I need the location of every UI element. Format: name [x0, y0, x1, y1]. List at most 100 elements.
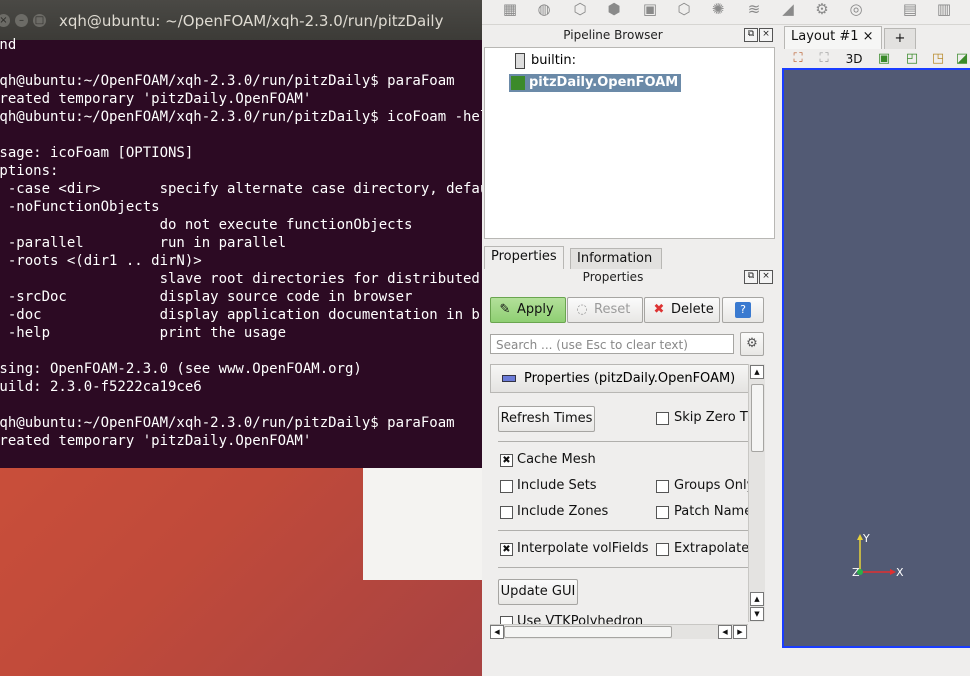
- terminal-line: slave root directories for distributed r…: [159, 271, 480, 287]
- scroll-left-icon[interactable]: ◀: [718, 625, 732, 639]
- scroll-up-icon[interactable]: ▲: [750, 592, 764, 606]
- include-sets-checkbox[interactable]: [500, 480, 513, 493]
- terminal-line: -srcDoc display source code in browser: [0, 289, 413, 305]
- layout-area: Layout #1 × + ⛶ ⛶ 3D ▣ ◰ ◳ ◪ Y X Z: [782, 26, 970, 676]
- calculator-icon[interactable]: ▦: [500, 0, 520, 18]
- y-axis-label: Y: [862, 532, 870, 545]
- properties-color-icon: [502, 375, 516, 382]
- group-datasets-icon[interactable]: ⚙: [812, 0, 832, 18]
- properties-section-header[interactable]: Properties (pitzDaily.OpenFOAM): [490, 364, 750, 393]
- vertical-scroll-thumb[interactable]: [751, 384, 764, 452]
- threshold-icon[interactable]: ▣: [640, 0, 660, 18]
- terminal-line: -roots <(dir1 .. dirN)>: [0, 253, 202, 269]
- select-points-icon[interactable]: ◰: [902, 50, 922, 68]
- include-zones-checkbox[interactable]: [500, 506, 513, 519]
- interpolate-volfields-label: Interpolate volFields: [517, 541, 649, 556]
- filters-toolbar: ▦ ◍ ⬡ ⬢ ▣ ⬡ ✺ ≋ ◢ ⚙ ◎ ▤ ▥: [482, 0, 970, 25]
- slice-icon[interactable]: ⬢: [604, 0, 624, 18]
- interactive-select-icon[interactable]: ◪: [952, 50, 970, 68]
- terminal-output[interactable]: End xqh@ubuntu:~/OpenFOAM/xqh-2.3.0/run/p…: [0, 36, 482, 450]
- extract-level-icon[interactable]: ◎: [846, 0, 866, 18]
- clip-icon[interactable]: ⬡: [570, 0, 590, 18]
- horizontal-scroll-thumb[interactable]: [504, 626, 672, 638]
- refresh-times-button[interactable]: Refresh Times: [498, 406, 595, 432]
- close-window-icon[interactable]: ×: [0, 14, 10, 27]
- close-panel-icon[interactable]: ×: [759, 28, 773, 42]
- minimize-window-icon[interactable]: –: [15, 14, 28, 27]
- search-input[interactable]: Search ... (use Esc to clear text): [490, 334, 734, 354]
- tab-properties[interactable]: Properties: [484, 246, 564, 269]
- terminal-line: -parallel run in parallel: [0, 235, 287, 251]
- skip-zero-time-checkbox[interactable]: [656, 412, 669, 425]
- delete-button[interactable]: ✖ Delete: [644, 297, 720, 323]
- terminal-line: -help print the usage: [0, 325, 287, 341]
- reset-camera-icon[interactable]: ⛶: [788, 50, 808, 68]
- apply-button[interactable]: ✎ Apply: [490, 297, 566, 323]
- update-gui-button[interactable]: Update GUI: [498, 579, 578, 605]
- tab-layout-1[interactable]: Layout #1 ×: [784, 26, 882, 49]
- groups-only-checkbox[interactable]: [656, 480, 669, 493]
- gear-icon: ⚙: [746, 336, 758, 351]
- reset-button[interactable]: ◌ Reset: [567, 297, 643, 323]
- tree-item-pitzdaily[interactable]: pitzDaily.OpenFOAM: [509, 74, 682, 92]
- terminal-line: do not execute functionObjects: [0, 217, 413, 233]
- tree-item-builtin[interactable]: builtin:: [515, 52, 576, 70]
- terminal-line: options:: [0, 163, 59, 179]
- terminal-line: Created temporary 'pitzDaily.OpenFOAM': [0, 433, 312, 449]
- view-3d-button[interactable]: 3D: [842, 50, 866, 68]
- scroll-right-icon[interactable]: ▶: [733, 625, 747, 639]
- patch-names-checkbox[interactable]: [656, 506, 669, 519]
- terminal-line: -doc display application documentation i…: [7, 307, 482, 323]
- stream-tracer-icon[interactable]: ≋: [744, 0, 764, 18]
- terminal-window[interactable]: × – □ xqh@ubuntu: ~/OpenFOAM/xqh-2.3.0/r…: [0, 0, 482, 468]
- select-cells-icon[interactable]: ▣: [874, 50, 894, 68]
- terminal-line: Build: 2.3.0-f5222ca19ce6: [0, 379, 202, 395]
- terminal-line: xqh@ubuntu:~/OpenFOAM/xqh-2.3.0/run/pitz…: [0, 109, 482, 125]
- cache-mesh-checkbox[interactable]: ✖: [500, 454, 513, 467]
- warp-icon[interactable]: ◢: [778, 0, 798, 18]
- terminal-title: xqh@ubuntu: ~/OpenFOAM/xqh-2.3.0/run/pit…: [59, 12, 444, 30]
- pipeline-browser-title: Pipeline Browser: [563, 28, 663, 42]
- server-icon: [515, 52, 525, 69]
- scroll-up-icon[interactable]: ▲: [750, 365, 764, 379]
- extrapolate-patches-checkbox[interactable]: [656, 543, 669, 556]
- properties-panel-title: Properties: [582, 270, 644, 284]
- help-icon: ?: [735, 301, 751, 318]
- find-data-icon[interactable]: ▤: [900, 0, 920, 18]
- maximize-window-icon[interactable]: □: [33, 14, 46, 27]
- camera-undo-icon[interactable]: ⛶: [814, 50, 834, 68]
- close-properties-icon[interactable]: ×: [759, 270, 773, 284]
- close-tab-icon[interactable]: ×: [863, 29, 874, 44]
- glyph-icon[interactable]: ✺: [708, 0, 728, 18]
- scroll-left-icon[interactable]: ◀: [490, 625, 504, 639]
- terminal-titlebar[interactable]: × – □ xqh@ubuntu: ~/OpenFOAM/xqh-2.3.0/r…: [0, 0, 482, 40]
- pipeline-tree[interactable]: builtin: pitzDaily.OpenFOAM: [484, 47, 775, 239]
- separator: [498, 441, 748, 442]
- properties-vertical-scrollbar[interactable]: ▲ ▲ ▼: [748, 364, 765, 622]
- properties-horizontal-scrollbar[interactable]: ◀ ◀ ▶: [490, 624, 748, 639]
- orientation-axes: Y X Z: [852, 532, 904, 579]
- scroll-down-icon[interactable]: ▼: [750, 607, 764, 621]
- float-properties-icon[interactable]: ⧉: [744, 270, 758, 284]
- add-layout-tab[interactable]: +: [884, 28, 916, 49]
- float-panel-icon[interactable]: ⧉: [744, 28, 758, 42]
- reset-icon: ◌: [576, 302, 588, 317]
- eye-visibility-icon[interactable]: [511, 75, 525, 90]
- terminal-line: Usage: icoFoam [OPTIONS]: [0, 145, 194, 161]
- advanced-settings-button[interactable]: ⚙: [740, 332, 764, 356]
- interpolate-volfields-checkbox[interactable]: ✖: [500, 543, 513, 556]
- select-block-icon[interactable]: ◳: [928, 50, 948, 68]
- include-zones-label: Include Zones: [517, 504, 609, 519]
- contour-icon[interactable]: ◍: [534, 0, 554, 18]
- render-view[interactable]: Y X Z: [782, 68, 970, 648]
- separator: [498, 530, 748, 531]
- help-button[interactable]: ?: [722, 297, 764, 323]
- tab-information[interactable]: Information: [570, 248, 662, 269]
- properties-scroll-area[interactable]: Properties (pitzDaily.OpenFOAM) Refresh …: [490, 364, 764, 626]
- extract-subset-icon[interactable]: ⬡: [674, 0, 694, 18]
- spreadsheet-icon[interactable]: ▥: [934, 0, 954, 18]
- separator: [498, 567, 748, 568]
